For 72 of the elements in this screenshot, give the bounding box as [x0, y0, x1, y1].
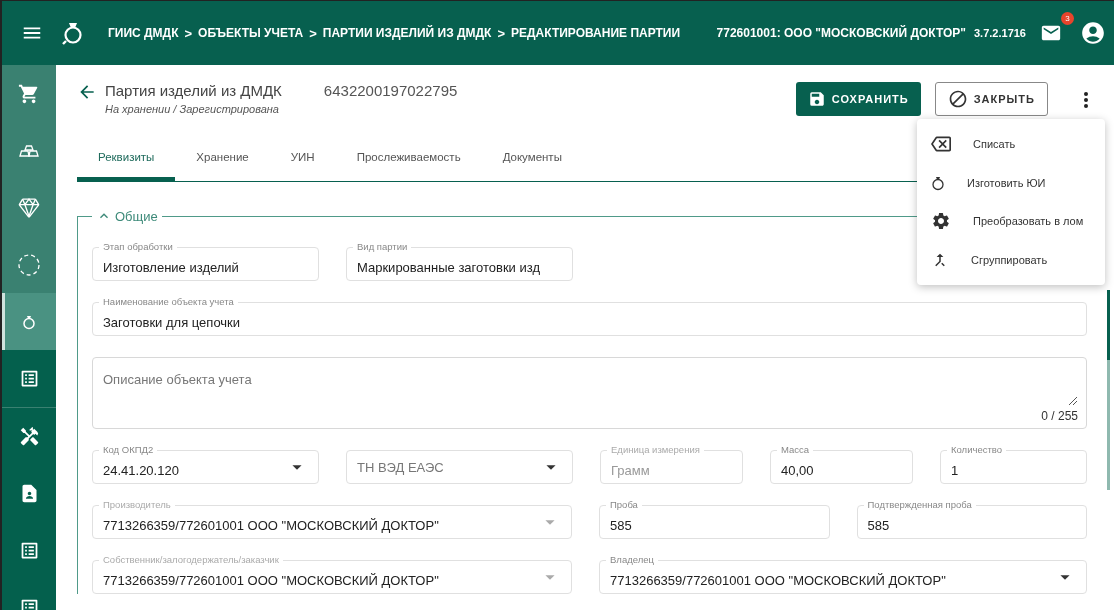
field-label: Количество — [947, 444, 1007, 455]
tab[interactable]: Хранение — [175, 133, 270, 181]
save-button[interactable]: СОХРАНИТЬ — [795, 82, 921, 116]
field-value: 585 — [610, 517, 633, 533]
menu-item[interactable]: Сгруппировать — [917, 240, 1105, 279]
field-label: Производитель — [99, 499, 175, 510]
field-label: Проба — [606, 499, 642, 510]
account-button[interactable] — [1080, 20, 1106, 46]
scrollbar-thumb[interactable] — [1107, 290, 1110, 360]
breadcrumb-separator: > — [309, 25, 317, 41]
character-counter: 0 / 255 — [1041, 409, 1078, 423]
ring-icon — [931, 174, 945, 191]
breadcrumb-link[interactable]: ПАРТИИ ИЗДЕЛИЙ ИЗ ДМДК — [322, 26, 492, 40]
breadcrumb-separator: > — [497, 25, 506, 41]
field-value: Изготовление изделий — [103, 259, 240, 275]
ring-logo-icon — [62, 21, 84, 45]
field-label: Код ОКПД2 — [99, 444, 158, 455]
field-label: Владелец — [606, 554, 658, 565]
ring-icon — [22, 313, 36, 330]
cart-icon — [18, 82, 40, 105]
menu-item[interactable]: Изготовить ЮИ — [917, 163, 1105, 202]
account-icon — [1080, 20, 1106, 46]
notification-badge: 3 — [1061, 12, 1074, 25]
settings-icon — [931, 211, 951, 232]
page-title: Партия изделий из ДМДК — [105, 82, 282, 99]
close-button[interactable]: ЗАКРЫТЬ — [934, 82, 1048, 116]
diamond-icon — [18, 196, 40, 219]
breadcrumb-link[interactable]: РЕДАКТИРОВАНИЕ ПАРТИИ — [511, 26, 681, 40]
field-label: Наименование объекта учета — [99, 296, 238, 307]
description-textarea[interactable]: Описание объекта учета 0 / 255 — [92, 357, 1087, 429]
tab[interactable]: Документы — [481, 133, 583, 181]
field-value: 40,00 — [781, 462, 815, 478]
status-text: На хранении / Зарегистрирована — [105, 103, 280, 115]
field-label: Подтвержденная проба — [863, 499, 976, 510]
select-field[interactable]: ТН ВЭД ЕАЭС — [346, 450, 573, 484]
field-label: Единица измерения — [607, 444, 704, 455]
tab[interactable]: Прослеживаемость — [335, 133, 482, 181]
tab[interactable]: Реквизиты — [77, 133, 176, 181]
version-text: 3.7.2.1716 — [974, 27, 1026, 39]
breadcrumb-link[interactable]: ГИИС ДМДК — [108, 26, 179, 40]
field-value: Маркированные заготовки изд — [357, 259, 541, 275]
field-value: 24.41.20.120 — [103, 462, 180, 478]
backspace-icon — [931, 134, 951, 155]
field-value: Грамм — [611, 462, 651, 478]
ingot-stack-icon — [19, 143, 39, 158]
breadcrumb-link[interactable]: ОБЪЕКТЫ УЧЕТА — [198, 26, 304, 40]
field-value: 7713266359/772601001 ООО "МОСКОВСКИЙ ДОКТОР" — [610, 572, 947, 588]
field-value: Заготовки для цепочки — [103, 314, 242, 330]
field-value: 7713266359/772601001 ООО "МОСКОВСКИЙ ДОКТОР" — [103, 517, 440, 533]
resize-handle-icon[interactable] — [1068, 396, 1078, 406]
more-icon — [1084, 92, 1088, 108]
placeholder-text: ТН ВЭД ЕАЭС — [357, 459, 445, 475]
dashed-circle-icon — [17, 252, 41, 277]
menu-item[interactable]: Преобразовать в лом — [917, 202, 1105, 241]
field-label: Вид партии — [353, 241, 412, 252]
field-value: 1 — [951, 462, 960, 478]
field-label: Собственник/залогодержатель/заказчик — [99, 554, 283, 565]
field-value: 585 — [867, 517, 891, 533]
field-label: Масса — [777, 444, 814, 455]
tools-icon — [18, 426, 40, 447]
save-icon — [807, 90, 826, 108]
placeholder-text: Описание объекта учета — [103, 372, 252, 387]
block-icon — [947, 89, 968, 109]
section-toggle[interactable]: Общие — [96, 208, 158, 224]
field-label: Этап обработки — [99, 241, 177, 252]
batch-number: 6432200197022795 — [323, 82, 458, 99]
field-value: 7713266359/772601001 ООО "МОСКОВСКИЙ ДОКТОР" — [103, 572, 440, 588]
sidebar-item[interactable] — [2, 65, 56, 122]
organization-name: 772601001: ООО "МОСКОВСКИЙ ДОКТОР" — [716, 26, 966, 40]
tab[interactable]: УИН — [269, 133, 336, 181]
breadcrumb-separator: > — [184, 25, 193, 41]
menu-item[interactable]: Списать — [917, 125, 1105, 164]
